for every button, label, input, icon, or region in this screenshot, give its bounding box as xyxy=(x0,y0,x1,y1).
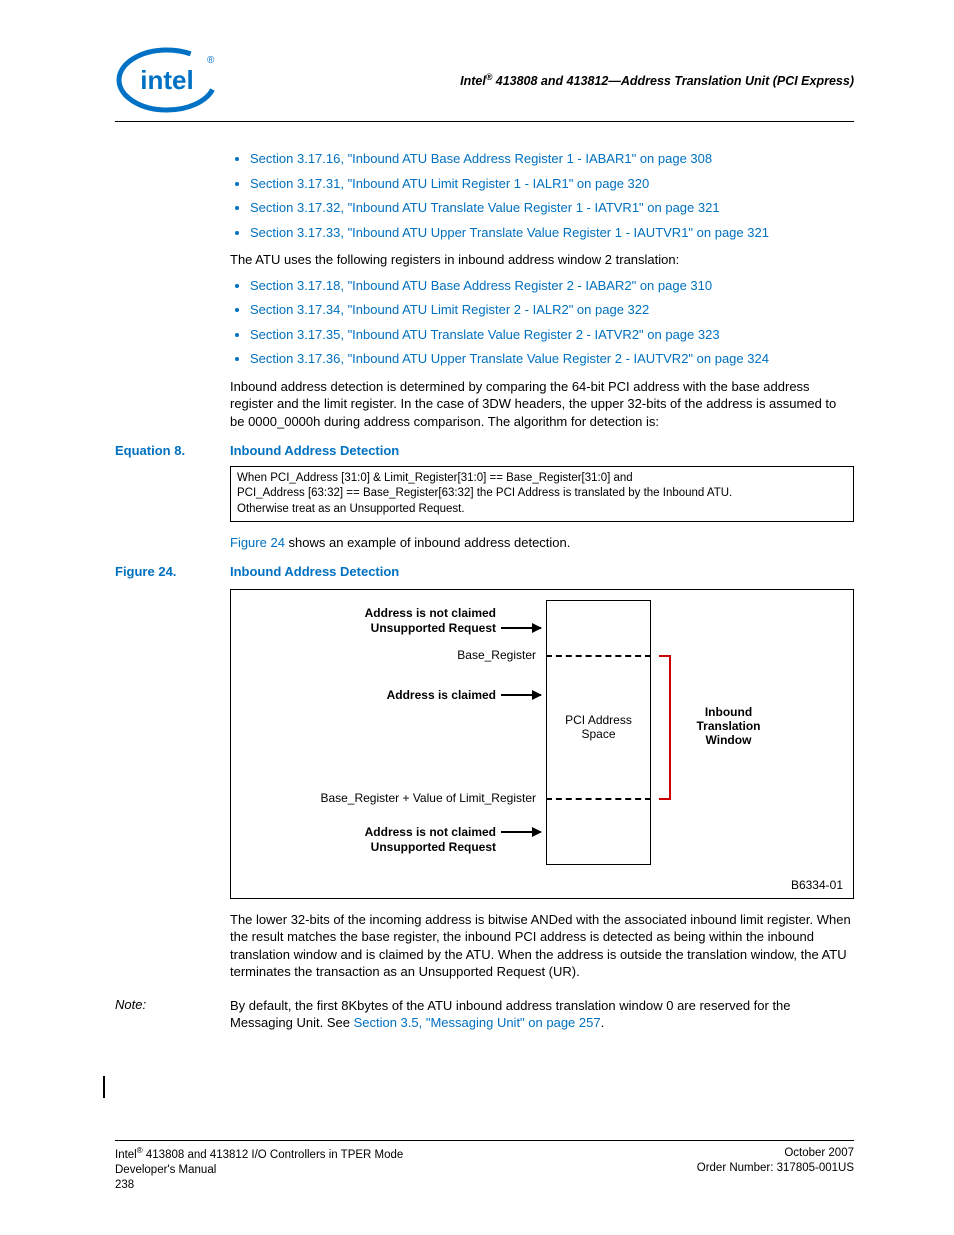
equation-label: Equation 8. xyxy=(115,443,230,458)
footer-page-number: 238 xyxy=(115,1178,403,1193)
figure-box: Address is not claimed Unsupported Reque… xyxy=(230,589,854,899)
claimed-label: Address is claimed xyxy=(321,688,496,702)
figure-code: B6334-01 xyxy=(791,878,843,892)
detection-para: Inbound address detection is determined … xyxy=(230,378,854,431)
explanation-para: The lower 32-bits of the incoming addres… xyxy=(230,911,854,981)
base-plus-limit-label: Base_Register + Value of Limit_Register xyxy=(251,791,536,805)
xref-link[interactable]: Section 3.17.35, "Inbound ATU Translate … xyxy=(250,326,854,344)
text-cursor xyxy=(103,1076,105,1098)
xref-list-2: Section 3.17.18, "Inbound ATU Base Addre… xyxy=(250,277,854,368)
note-xref-link[interactable]: Section 3.5, "Messaging Unit" on page 25… xyxy=(354,1015,601,1030)
page-header-title: Intel® 413808 and 413812—Address Transla… xyxy=(220,72,854,88)
limit-line xyxy=(546,798,651,800)
intel-logo: intel ® xyxy=(115,45,220,115)
svg-text:®: ® xyxy=(207,55,215,66)
equation-line: PCI_Address [63:32] == Base_Register[63:… xyxy=(237,486,847,502)
window-bracket xyxy=(659,655,671,800)
note-label: Note: xyxy=(115,997,230,1032)
unsupported-top: Unsupported Request xyxy=(321,621,496,635)
inbound-window-label: Inbound Translation Window xyxy=(681,705,776,748)
xref-link[interactable]: Section 3.17.31, "Inbound ATU Limit Regi… xyxy=(250,175,854,193)
figure-ref-link[interactable]: Figure 24 xyxy=(230,535,285,550)
equation-box: When PCI_Address [31:0] & Limit_Register… xyxy=(230,466,854,523)
arrow-icon xyxy=(501,627,541,629)
note-text: By default, the first 8Kbytes of the ATU… xyxy=(230,997,854,1032)
intro-window2: The ATU uses the following registers in … xyxy=(230,251,854,269)
xref-link[interactable]: Section 3.17.32, "Inbound ATU Translate … xyxy=(250,199,854,217)
arrow-icon xyxy=(501,831,541,833)
footer-order-number: Order Number: 317805-001US xyxy=(697,1161,854,1176)
figure-title: Inbound Address Detection xyxy=(230,564,399,579)
arrow-icon xyxy=(501,694,541,696)
equation-line: When PCI_Address [31:0] & Limit_Register… xyxy=(237,471,847,487)
svg-text:intel: intel xyxy=(140,65,193,95)
page-footer: Intel® 413808 and 413812 I/O Controllers… xyxy=(115,1140,854,1193)
xref-link[interactable]: Section 3.17.34, "Inbound ATU Limit Regi… xyxy=(250,301,854,319)
figure-label: Figure 24. xyxy=(115,564,230,579)
xref-link[interactable]: Section 3.17.33, "Inbound ATU Upper Tran… xyxy=(250,224,854,242)
not-claimed-bottom: Address is not claimed xyxy=(321,825,496,839)
footer-product: Intel® 413808 and 413812 I/O Controllers… xyxy=(115,1146,403,1163)
footer-manual: Developer's Manual xyxy=(115,1163,403,1178)
base-register-label: Base_Register xyxy=(366,648,536,662)
xref-link[interactable]: Section 3.17.16, "Inbound ATU Base Addre… xyxy=(250,150,854,168)
footer-date: October 2007 xyxy=(697,1146,854,1161)
xref-link[interactable]: Section 3.17.36, "Inbound ATU Upper Tran… xyxy=(250,350,854,368)
base-register-line xyxy=(546,655,651,657)
equation-title: Inbound Address Detection xyxy=(230,443,399,458)
xref-link[interactable]: Section 3.17.18, "Inbound ATU Base Addre… xyxy=(250,277,854,295)
xref-list-1: Section 3.17.16, "Inbound ATU Base Addre… xyxy=(250,150,854,241)
unsupported-bottom: Unsupported Request xyxy=(321,840,496,854)
equation-line: Otherwise treat as an Unsupported Reques… xyxy=(237,502,847,518)
not-claimed-top: Address is not claimed xyxy=(321,606,496,620)
pci-space-label: PCI Address Space xyxy=(556,713,641,742)
figure-ref-para: Figure 24 shows an example of inbound ad… xyxy=(230,534,854,552)
header-rule xyxy=(115,121,854,122)
